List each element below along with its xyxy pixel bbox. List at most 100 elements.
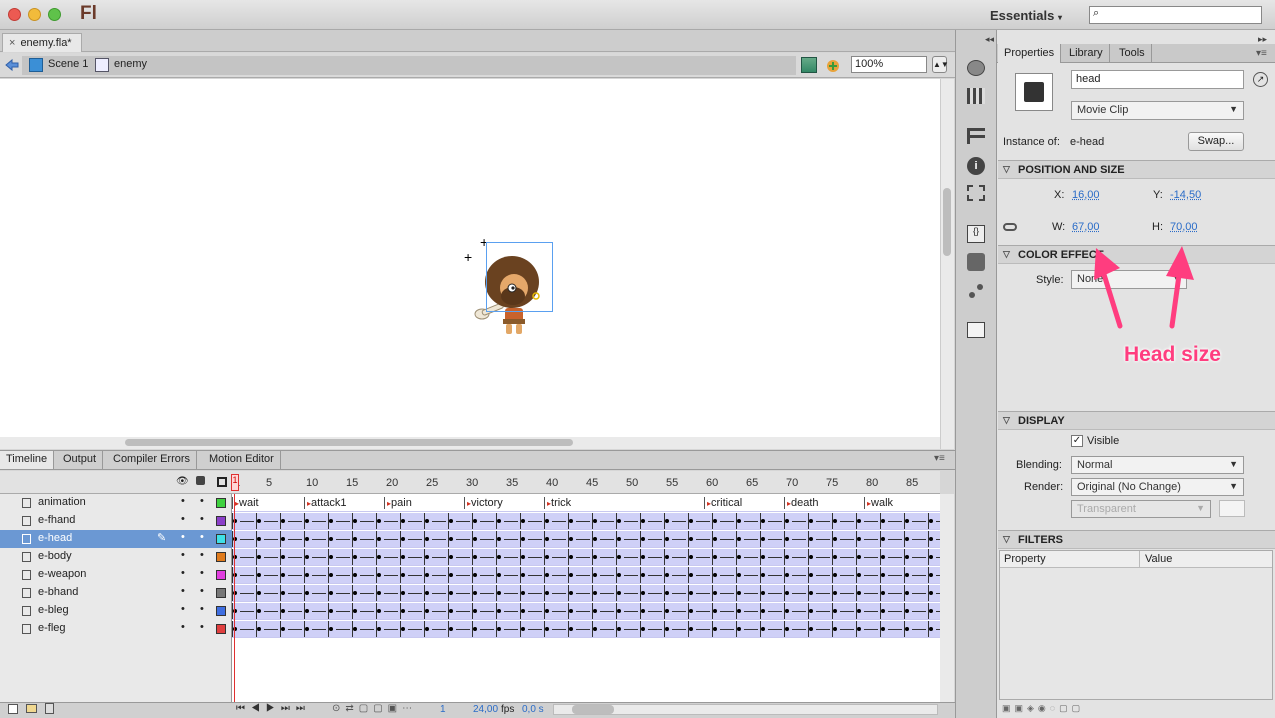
- layer-row-e-fleg[interactable]: e-fleg • •: [0, 620, 232, 638]
- display-section[interactable]: ▽ DISPLAY: [998, 411, 1275, 430]
- visibility-dot[interactable]: •: [181, 585, 185, 597]
- new-folder-icon[interactable]: [26, 704, 37, 713]
- project-icon[interactable]: [967, 322, 985, 338]
- stage-vertical-scrollbar[interactable]: [940, 79, 954, 449]
- render-select[interactable]: Original (No Change) ▼: [1071, 478, 1244, 496]
- playhead[interactable]: 1: [231, 474, 239, 491]
- close-tab-icon[interactable]: ×: [9, 37, 15, 49]
- layer-row-e-fhand[interactable]: e-fhand • •: [0, 512, 232, 530]
- layer-row-e-body[interactable]: e-body • •: [0, 548, 232, 566]
- zoom-window-button[interactable]: [48, 8, 61, 21]
- components-icon[interactable]: [967, 253, 985, 271]
- filters-section[interactable]: ▽ FILTERS: [998, 530, 1275, 549]
- document-tab[interactable]: × enemy.fla*: [2, 33, 82, 52]
- outline-icon[interactable]: [217, 477, 227, 487]
- playback-controls[interactable]: ⏮◀▶⏭⏭: [236, 703, 311, 714]
- visibility-dot[interactable]: •: [181, 495, 185, 507]
- layer-color-swatch[interactable]: [216, 498, 226, 508]
- info-icon[interactable]: i: [967, 157, 985, 175]
- eye-icon[interactable]: 👁: [176, 476, 189, 487]
- edit-symbols-icon[interactable]: [825, 57, 841, 73]
- tween-frames[interactable]: [232, 549, 940, 566]
- filter-toolbar-icons[interactable]: ▣▣◈◉◌▢▢: [1002, 703, 1084, 714]
- frame-ruler[interactable]: 1510152025303540455055606570758085: [232, 471, 940, 494]
- timeline-vertical-scrollbar[interactable]: [940, 494, 954, 702]
- visibility-dot[interactable]: •: [181, 621, 185, 633]
- delete-layer-icon[interactable]: [45, 703, 54, 714]
- code-snippets-icon[interactable]: {}: [967, 225, 985, 243]
- blending-select[interactable]: Normal ▼: [1071, 456, 1244, 474]
- zoom-input[interactable]: 100%: [851, 56, 927, 73]
- close-window-button[interactable]: [8, 8, 21, 21]
- visibility-dot[interactable]: •: [181, 549, 185, 561]
- layer-color-swatch[interactable]: [216, 570, 226, 580]
- collapse-panels-icon[interactable]: ◂◂: [985, 34, 994, 45]
- y-value[interactable]: -14,50: [1170, 189, 1201, 201]
- layer-row-e-weapon[interactable]: e-weapon • •: [0, 566, 232, 584]
- lock-dot[interactable]: •: [200, 495, 204, 507]
- layer-color-swatch[interactable]: [216, 588, 226, 598]
- visibility-dot[interactable]: •: [181, 531, 185, 543]
- lock-dot[interactable]: •: [200, 621, 204, 633]
- onion-skin-icons[interactable]: ⊙⇄▢▢▣⋯: [332, 703, 417, 714]
- tab-motion-editor[interactable]: Motion Editor: [203, 451, 281, 469]
- tab-timeline[interactable]: Timeline: [0, 451, 55, 469]
- lock-proportions-icon[interactable]: [1003, 223, 1017, 231]
- properties-menu-icon[interactable]: ▾≡: [1256, 48, 1267, 59]
- back-arrow-icon[interactable]: [4, 57, 20, 73]
- layer-row-e-bhand[interactable]: e-bhand • •: [0, 584, 232, 602]
- lock-dot[interactable]: •: [200, 531, 204, 543]
- lock-dot[interactable]: •: [200, 513, 204, 525]
- layer-row-animation[interactable]: animation • •: [0, 494, 232, 512]
- help-search-input[interactable]: ⌕: [1089, 6, 1262, 24]
- visibility-dot[interactable]: •: [181, 567, 185, 579]
- x-value[interactable]: 16,00: [1072, 189, 1100, 201]
- tab-output[interactable]: Output: [57, 451, 104, 469]
- visible-checkbox[interactable]: ✓: [1071, 435, 1083, 447]
- position-size-section[interactable]: ▽ POSITION AND SIZE: [998, 160, 1275, 179]
- tab-properties[interactable]: Properties: [998, 44, 1062, 63]
- tab-library[interactable]: Library: [1063, 44, 1110, 63]
- symbol-type-select[interactable]: Movie Clip ▼: [1071, 101, 1244, 120]
- tab-compiler-errors[interactable]: Compiler Errors: [107, 451, 198, 469]
- workspace-switcher[interactable]: Essentials ▾: [990, 8, 1062, 23]
- lock-dot[interactable]: •: [200, 567, 204, 579]
- tween-frames[interactable]: [232, 513, 940, 530]
- tween-frames[interactable]: [232, 567, 940, 584]
- layer-row-e-bleg[interactable]: e-bleg • •: [0, 602, 232, 620]
- lock-dot[interactable]: •: [200, 603, 204, 615]
- align-icon[interactable]: [967, 128, 985, 144]
- timeline-scroll-thumb[interactable]: [572, 705, 614, 714]
- breadcrumb-symbol[interactable]: enemy: [114, 58, 147, 74]
- swatches-icon[interactable]: [967, 88, 985, 104]
- minimize-window-button[interactable]: [28, 8, 41, 21]
- tween-frames[interactable]: [232, 531, 940, 548]
- w-value[interactable]: 67,00: [1072, 221, 1100, 233]
- layer-color-swatch[interactable]: [216, 534, 226, 544]
- current-frame[interactable]: 1: [440, 704, 446, 715]
- layer-color-swatch[interactable]: [216, 552, 226, 562]
- lock-icon[interactable]: [196, 476, 205, 485]
- lock-dot[interactable]: •: [200, 585, 204, 597]
- layer-color-swatch[interactable]: [216, 624, 226, 634]
- layer-row-e-head[interactable]: e-head ✎ • •: [0, 530, 232, 548]
- transform-icon[interactable]: [967, 185, 985, 201]
- new-layer-icon[interactable]: [8, 704, 18, 714]
- tween-frames[interactable]: [232, 585, 940, 602]
- instance-name-input[interactable]: head: [1071, 70, 1244, 89]
- swap-button[interactable]: Swap...: [1188, 132, 1244, 151]
- stage-horizontal-scroll-thumb[interactable]: [125, 439, 573, 446]
- motion-presets-icon[interactable]: [967, 282, 985, 300]
- tween-frames[interactable]: [232, 603, 940, 620]
- h-value[interactable]: 70,00: [1170, 221, 1198, 233]
- layer-color-swatch[interactable]: [216, 606, 226, 616]
- tab-tools[interactable]: Tools: [1113, 44, 1152, 63]
- tween-frames[interactable]: [232, 621, 940, 638]
- edit-scene-icon[interactable]: [801, 57, 817, 73]
- visibility-dot[interactable]: •: [181, 603, 185, 615]
- stage-vertical-scroll-thumb[interactable]: [943, 188, 951, 256]
- lock-dot[interactable]: •: [200, 549, 204, 561]
- zoom-stepper[interactable]: ▲▼: [932, 56, 949, 73]
- label-layer-frames[interactable]: ▸wait ▸attack1 ▸pain ▸victory ▸trick ▸critica…: [232, 495, 940, 512]
- breadcrumb-scene[interactable]: Scene 1: [48, 58, 88, 74]
